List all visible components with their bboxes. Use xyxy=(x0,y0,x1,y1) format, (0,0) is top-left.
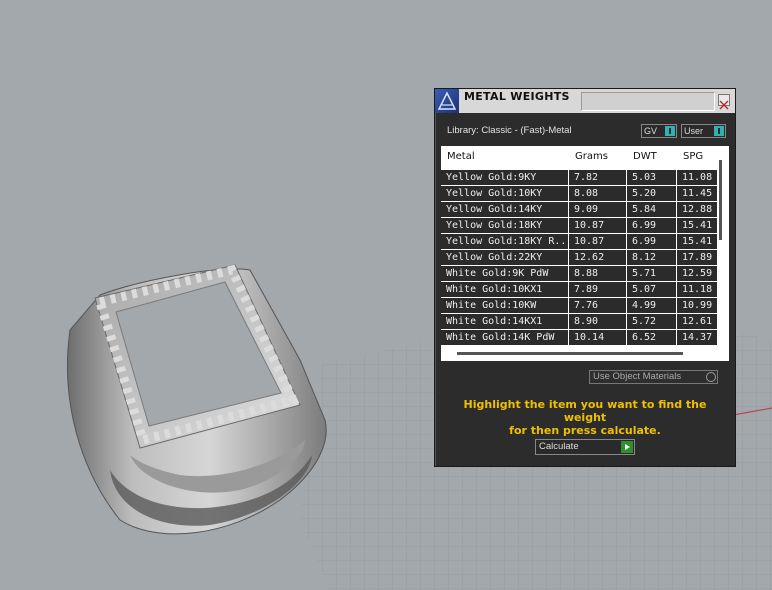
table-cell: 15.41 xyxy=(677,234,717,249)
column-header[interactable]: DWT xyxy=(627,146,676,168)
table-cell: 5.84 xyxy=(627,202,676,217)
table-cell: 12.88 xyxy=(677,202,717,217)
table-cell: Yellow Gold:14KY xyxy=(441,202,568,217)
metal-weights-logo-icon xyxy=(435,89,459,113)
table-row[interactable]: White Gold:10KW 7.76 4.99 10.99 xyxy=(441,298,717,314)
table-cell: 6.99 xyxy=(627,234,676,249)
table-row[interactable]: Yellow Gold:10KY 8.08 5.20 11.45 xyxy=(441,186,717,202)
radio-circle-icon xyxy=(706,372,716,382)
table-cell: 6.99 xyxy=(627,218,676,233)
instruction-text: Highlight the item you want to find the … xyxy=(445,398,725,437)
calculate-button[interactable]: Calculate xyxy=(535,439,635,455)
table-cell: Yellow Gold:22KY xyxy=(441,250,568,265)
table-cell: 10.87 xyxy=(569,234,626,249)
use-object-materials-toggle[interactable]: Use Object Materials xyxy=(589,370,718,384)
table-cell: 5.03 xyxy=(627,170,676,185)
column-header[interactable]: SPG xyxy=(677,146,717,168)
user-toggle[interactable]: User xyxy=(681,124,726,138)
table-row[interactable]: Yellow Gold:9KY 7.82 5.03 11.08 xyxy=(441,170,717,186)
table-row[interactable]: White Gold:9K PdW 8.88 5.71 12.59 xyxy=(441,266,717,282)
table-cell: 11.45 xyxy=(677,186,717,201)
toggle-knob-icon xyxy=(714,126,724,136)
metal-table[interactable]: Metal Grams DWT SPG Yellow Gold:9KY 7.82 5.03 1… xyxy=(441,146,729,361)
user-toggle-label: User xyxy=(684,126,704,136)
ring-model xyxy=(67,264,327,535)
title-bar[interactable]: METAL WEIGHTS xyxy=(435,89,735,113)
table-cell: 7.76 xyxy=(569,298,626,313)
table-cell: 8.12 xyxy=(627,250,676,265)
table-cell: 5.71 xyxy=(627,266,676,281)
table-cell: 7.89 xyxy=(569,282,626,297)
table-cell: 6.52 xyxy=(627,330,676,345)
instruction-line-1: Highlight the item you want to find the … xyxy=(463,398,707,424)
table-cell: Yellow Gold:18KY xyxy=(441,218,568,233)
table-cell: Yellow Gold:9KY xyxy=(441,170,568,185)
table-cell: Yellow Gold:10KY xyxy=(441,186,568,201)
close-icon xyxy=(719,100,729,110)
table-cell: White Gold:10KW xyxy=(441,298,568,313)
table-cell: 12.59 xyxy=(677,266,717,281)
gv-toggle-label: GV xyxy=(644,126,658,136)
table-cell: 11.18 xyxy=(677,282,717,297)
table-cell: 11.08 xyxy=(677,170,717,185)
table-cell: 4.99 xyxy=(627,298,676,313)
table-row[interactable]: White Gold:10KX1 7.89 5.07 11.18 xyxy=(441,282,717,298)
table-row[interactable]: Yellow Gold:22KY 12.62 8.12 17.89 xyxy=(441,250,717,266)
table-cell: 12.62 xyxy=(569,250,626,265)
table-cell: 10.99 xyxy=(677,298,717,313)
table-cell: 10.87 xyxy=(569,218,626,233)
table-cell: 5.07 xyxy=(627,282,676,297)
vertical-scrollbar[interactable] xyxy=(719,160,722,240)
column-header[interactable]: Grams xyxy=(569,146,626,168)
close-button[interactable] xyxy=(718,94,730,110)
table-cell: 7.82 xyxy=(569,170,626,185)
table-row[interactable]: White Gold:14K PdW 10.14 6.52 14.37 xyxy=(441,330,717,346)
metal-weights-panel: METAL WEIGHTS Library: Classic - (Fast)-… xyxy=(434,88,736,467)
table-cell: Yellow Gold:18KY R... xyxy=(441,234,568,249)
play-arrow-icon xyxy=(621,441,633,453)
table-cell: 5.20 xyxy=(627,186,676,201)
table-cell: White Gold:10KX1 xyxy=(441,282,568,297)
table-row[interactable]: Yellow Gold:18KY R... 10.87 6.99 15.41 xyxy=(441,234,717,250)
calculate-label: Calculate xyxy=(539,441,579,452)
table-cell: White Gold:14K PdW xyxy=(441,330,568,345)
table-row[interactable]: Yellow Gold:18KY 10.87 6.99 15.41 xyxy=(441,218,717,234)
horizontal-scrollbar[interactable] xyxy=(457,352,683,355)
table-cell: 12.61 xyxy=(677,314,717,329)
table-cell: 10.14 xyxy=(569,330,626,345)
metal-table-body: Metal Grams DWT SPG Yellow Gold:9KY 7.82 5.03 1… xyxy=(441,146,717,346)
table-cell: 9.09 xyxy=(569,202,626,217)
table-cell: 8.88 xyxy=(569,266,626,281)
table-cell: White Gold:9K PdW xyxy=(441,266,568,281)
panel-title: METAL WEIGHTS xyxy=(464,90,570,103)
table-cell: 15.41 xyxy=(677,218,717,233)
gv-toggle[interactable]: GV xyxy=(641,124,677,138)
table-row[interactable]: Yellow Gold:14KY 9.09 5.84 12.88 xyxy=(441,202,717,218)
library-label: Library: Classic - (Fast)-Metal xyxy=(447,125,572,136)
toggle-knob-icon xyxy=(665,126,675,136)
table-cell: 14.37 xyxy=(677,330,717,345)
table-cell: 17.89 xyxy=(677,250,717,265)
table-row[interactable]: White Gold:14KX1 8.90 5.72 12.61 xyxy=(441,314,717,330)
table-cell: 8.90 xyxy=(569,314,626,329)
table-cell: 5.72 xyxy=(627,314,676,329)
column-header[interactable]: Metal xyxy=(441,146,568,168)
use-object-materials-label: Use Object Materials xyxy=(593,371,682,382)
table-cell: 8.08 xyxy=(569,186,626,201)
table-cell: White Gold:14KX1 xyxy=(441,314,568,329)
instruction-line-2: for then press calculate. xyxy=(509,424,661,437)
title-bar-groove xyxy=(581,92,715,111)
